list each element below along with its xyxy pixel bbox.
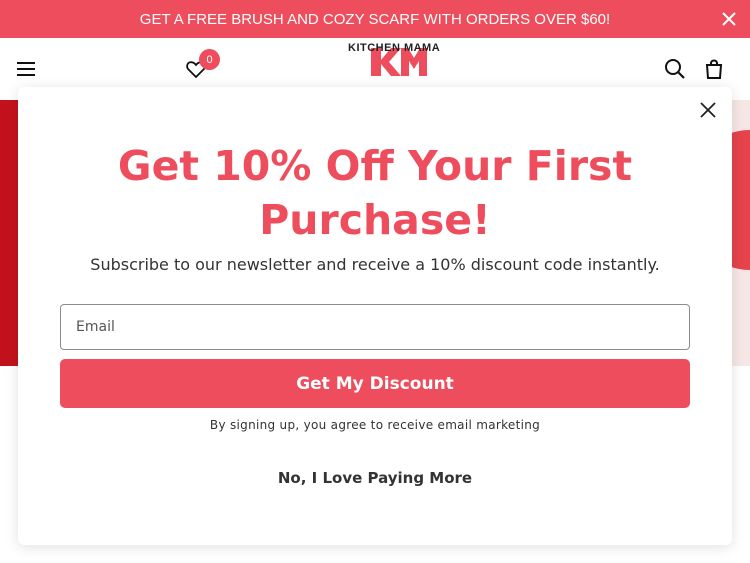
shopping-bag-icon[interactable] xyxy=(703,58,725,80)
popup-headline: Get 10% Off Your First Purchase! xyxy=(117,142,633,244)
wishlist-count-badge: 0 xyxy=(199,49,220,70)
logo-text: KITCHEN MAMA xyxy=(348,42,441,54)
announcement-text: GET A FREE BRUSH AND COZY SCARF WITH ORD… xyxy=(139,10,611,28)
popup-subtext: Subscribe to our newsletter and receive … xyxy=(90,255,660,274)
announcement-bar: GET A FREE BRUSH AND COZY SCARF WITH ORD… xyxy=(0,0,750,38)
newsletter-popup: Get 10% Off Your First Purchase! Subscri… xyxy=(18,87,732,545)
get-discount-button[interactable]: Get My Discount xyxy=(60,359,690,408)
close-icon[interactable] xyxy=(699,101,717,119)
decline-button[interactable]: No, I Love Paying More xyxy=(248,465,502,491)
terms-text: By signing up, you agree to receive emai… xyxy=(209,418,541,432)
search-icon[interactable] xyxy=(664,58,686,80)
hamburger-menu-icon[interactable] xyxy=(15,58,37,80)
close-icon[interactable] xyxy=(720,10,738,28)
email-field[interactable] xyxy=(60,304,690,350)
